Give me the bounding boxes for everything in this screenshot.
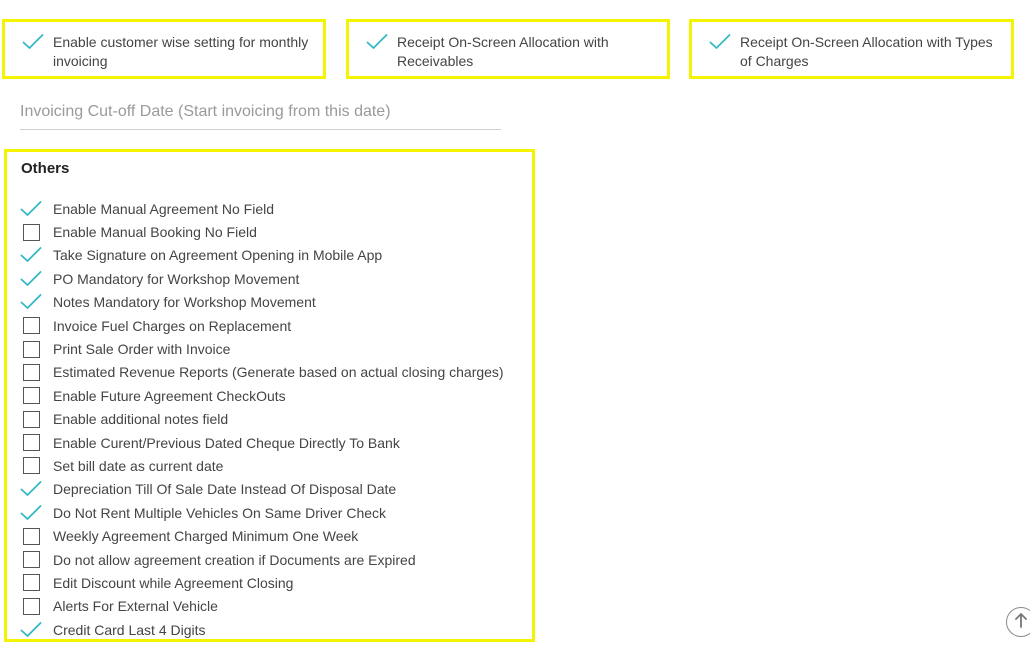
option-label: Take Signature on Agreement Opening in M… [53, 247, 383, 264]
checkbox-empty-icon [22, 527, 40, 545]
top-option-box-2: Receipt On-Screen Allocation with Receiv… [346, 19, 670, 79]
others-option-checkbox[interactable]: Do not allow agreement creation if Docum… [20, 548, 504, 571]
arrow-up-icon [1013, 611, 1029, 634]
others-section: Others Enable Manual Agreement No Field E… [4, 149, 535, 642]
check-icon [20, 504, 42, 522]
check-icon [366, 33, 388, 51]
others-option-checkbox[interactable]: Notes Mandatory for Workshop Movement [20, 291, 504, 314]
checkbox-empty-icon [22, 317, 40, 335]
checkbox-receipt-allocation-receivables[interactable]: Receipt On-Screen Allocation with Receiv… [366, 33, 659, 71]
option-label: Print Sale Order with Invoice [53, 341, 231, 358]
option-label: Depreciation Till Of Sale Date Instead O… [53, 481, 397, 498]
option-label: Notes Mandatory for Workshop Movement [53, 294, 316, 311]
checkbox-empty-icon [22, 410, 40, 428]
scroll-top-button[interactable] [1006, 607, 1030, 637]
others-option-checkbox[interactable]: Edit Discount while Agreement Closing [20, 571, 504, 594]
top-option-box-3: Receipt On-Screen Allocation with Types … [689, 19, 1014, 79]
others-option-checkbox[interactable]: Enable Future Agreement CheckOuts [20, 384, 504, 407]
option-label: Enable customer wise setting for monthly… [53, 34, 309, 69]
checkbox-empty-icon [22, 434, 40, 452]
others-option-checkbox[interactable]: Print Sale Order with Invoice [20, 337, 504, 360]
check-icon [20, 621, 42, 639]
check-icon [20, 200, 42, 218]
check-icon [709, 33, 731, 51]
others-option-checkbox[interactable]: Enable Curent/Previous Dated Cheque Dire… [20, 431, 504, 454]
others-option-checkbox[interactable]: Set bill date as current date [20, 454, 504, 477]
others-option-list: Enable Manual Agreement No Field Enable M… [20, 197, 504, 641]
option-label: Edit Discount while Agreement Closing [53, 574, 294, 591]
checkbox-empty-icon [22, 574, 40, 592]
others-option-checkbox[interactable]: Take Signature on Agreement Opening in M… [20, 244, 504, 267]
option-label: Enable Manual Booking No Field [53, 224, 257, 241]
checkbox-receipt-allocation-charges[interactable]: Receipt On-Screen Allocation with Types … [709, 33, 1003, 71]
others-option-checkbox[interactable]: Depreciation Till Of Sale Date Instead O… [20, 478, 504, 501]
checkbox-customer-wise-monthly-invoicing[interactable]: Enable customer wise setting for monthly… [22, 33, 315, 71]
invoicing-cutoff-date-input[interactable] [20, 98, 501, 130]
check-icon [20, 270, 42, 288]
option-label: Weekly Agreement Charged Minimum One Wee… [53, 528, 359, 545]
option-label: Alerts For External Vehicle [53, 598, 218, 615]
others-option-checkbox[interactable]: PO Mandatory for Workshop Movement [20, 267, 504, 290]
others-option-checkbox[interactable]: Enable additional notes field [20, 408, 504, 431]
others-option-checkbox[interactable]: Weekly Agreement Charged Minimum One Wee… [20, 524, 504, 547]
checkbox-empty-icon [22, 457, 40, 475]
others-option-checkbox[interactable]: Credit Card Last 4 Digits [20, 618, 504, 641]
check-icon [20, 480, 42, 498]
option-label: Enable Manual Agreement No Field [53, 200, 275, 217]
check-icon [22, 33, 44, 51]
option-label: Enable Curent/Previous Dated Cheque Dire… [53, 434, 400, 451]
option-label: Set bill date as current date [53, 457, 224, 474]
check-icon [20, 246, 42, 264]
checkbox-empty-icon [22, 597, 40, 615]
option-label: PO Mandatory for Workshop Movement [53, 270, 300, 287]
option-label: Receipt On-Screen Allocation with Receiv… [397, 34, 609, 69]
check-icon [20, 293, 42, 311]
top-option-box-1: Enable customer wise setting for monthly… [2, 19, 326, 79]
others-option-checkbox[interactable]: Invoice Fuel Charges on Replacement [20, 314, 504, 337]
option-label: Estimated Revenue Reports (Generate base… [53, 364, 504, 381]
others-option-checkbox[interactable]: Enable Manual Booking No Field [20, 220, 504, 243]
checkbox-empty-icon [22, 387, 40, 405]
section-title: Others [21, 160, 70, 177]
settings-page: Enable customer wise setting for monthly… [0, 0, 1030, 645]
checkbox-empty-icon [22, 551, 40, 569]
option-label: Enable Future Agreement CheckOuts [53, 387, 286, 404]
others-option-checkbox[interactable]: Alerts For External Vehicle [20, 595, 504, 618]
option-label: Do Not Rent Multiple Vehicles On Same Dr… [53, 504, 387, 521]
option-label: Invoice Fuel Charges on Replacement [53, 317, 292, 334]
option-label: Do not allow agreement creation if Docum… [53, 551, 416, 568]
checkbox-empty-icon [22, 223, 40, 241]
checkbox-empty-icon [22, 363, 40, 381]
others-option-checkbox[interactable]: Enable Manual Agreement No Field [20, 197, 504, 220]
others-option-checkbox[interactable]: Estimated Revenue Reports (Generate base… [20, 361, 504, 384]
option-label: Enable additional notes field [53, 411, 229, 428]
option-label: Credit Card Last 4 Digits [53, 621, 206, 638]
option-label: Receipt On-Screen Allocation with Types … [740, 34, 993, 69]
checkbox-empty-icon [22, 340, 40, 358]
others-option-checkbox[interactable]: Do Not Rent Multiple Vehicles On Same Dr… [20, 501, 504, 524]
